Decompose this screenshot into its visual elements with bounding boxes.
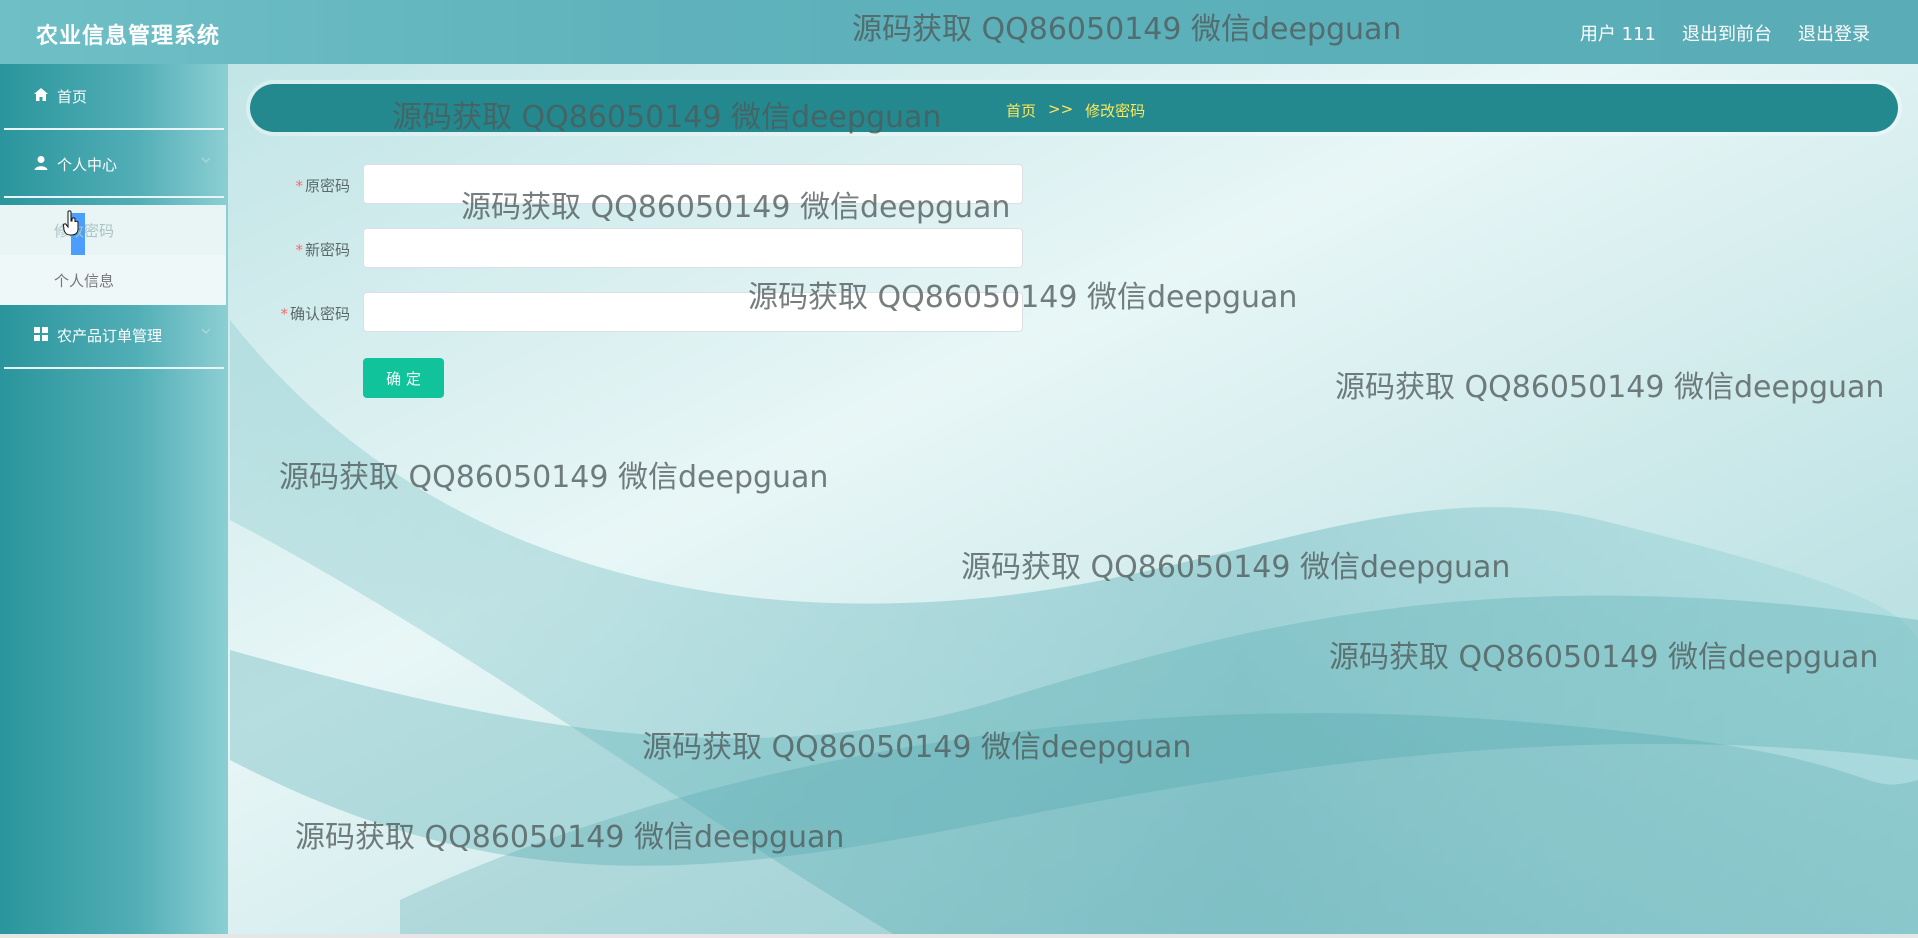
watermark-text: 源码获取 QQ86050149 微信deepguan	[852, 12, 1402, 47]
breadcrumb: 首页 >> 修改密码	[1006, 100, 1145, 121]
logout-link[interactable]: 退出登录	[1798, 20, 1870, 46]
sidebar-item-order-management[interactable]: 农产品订单管理	[4, 303, 224, 369]
chevron-down-icon	[201, 328, 211, 335]
watermark-text: 源码获取 QQ86050149 微信deepguan	[392, 100, 942, 135]
home-icon	[34, 88, 48, 101]
form-row-new-password: * 新密码	[270, 228, 1030, 268]
watermark-text: 源码获取 QQ86050149 微信deepguan	[642, 730, 1192, 765]
watermark-text: 源码获取 QQ86050149 微信deepguan	[748, 280, 1298, 315]
sidebar: 首页 个人中心 修改密码 个人信息 农产品订单管理	[0, 64, 228, 938]
old-password-label: * 原密码	[295, 177, 350, 195]
confirm-password-label: * 确认密码	[280, 305, 350, 323]
watermark-text: 源码获取 QQ86050149 微信deepguan	[295, 820, 845, 855]
submenu-item-personal-info[interactable]: 个人信息	[0, 255, 226, 305]
breadcrumb-home-link[interactable]: 首页	[1006, 100, 1036, 121]
watermark-text: 源码获取 QQ86050149 微信deepguan	[1329, 640, 1879, 675]
sidebar-item-label: 首页	[57, 88, 88, 106]
confirm-button[interactable]: 确 定	[363, 358, 444, 398]
sidebar-item-home[interactable]: 首页	[4, 64, 224, 130]
watermark-text: 源码获取 QQ86050149 微信deepguan	[1335, 370, 1885, 405]
sidebar-item-label: 个人中心	[57, 156, 118, 174]
watermark-text: 源码获取 QQ86050149 微信deepguan	[279, 460, 829, 495]
personal-center-submenu: 修改密码 个人信息	[0, 205, 226, 305]
user-icon	[34, 156, 48, 170]
submenu-item-label: 个人信息	[54, 272, 115, 290]
bottom-scrollbar	[0, 934, 1918, 938]
sidebar-item-personal-center[interactable]: 个人中心	[4, 132, 224, 198]
chevron-down-icon	[201, 157, 211, 164]
sidebar-item-label: 农产品订单管理	[57, 327, 163, 345]
new-password-label: * 新密码	[295, 241, 350, 259]
breadcrumb-separator: >>	[1048, 100, 1074, 118]
watermark-text: 源码获取 QQ86050149 微信deepguan	[961, 550, 1511, 585]
hand-cursor-icon	[63, 210, 79, 236]
user-link[interactable]: 用户 111	[1580, 20, 1656, 46]
submenu-item-change-password[interactable]: 修改密码	[0, 205, 226, 257]
app-title: 农业信息管理系统	[36, 24, 221, 49]
grid-icon	[34, 327, 48, 341]
header-links: 用户 111 退出到前台 退出登录	[1580, 20, 1870, 46]
exit-to-front-link[interactable]: 退出到前台	[1682, 20, 1772, 46]
new-password-input[interactable]	[363, 228, 1023, 268]
watermark-text: 源码获取 QQ86050149 微信deepguan	[461, 190, 1011, 225]
breadcrumb-current: 修改密码	[1085, 102, 1146, 120]
